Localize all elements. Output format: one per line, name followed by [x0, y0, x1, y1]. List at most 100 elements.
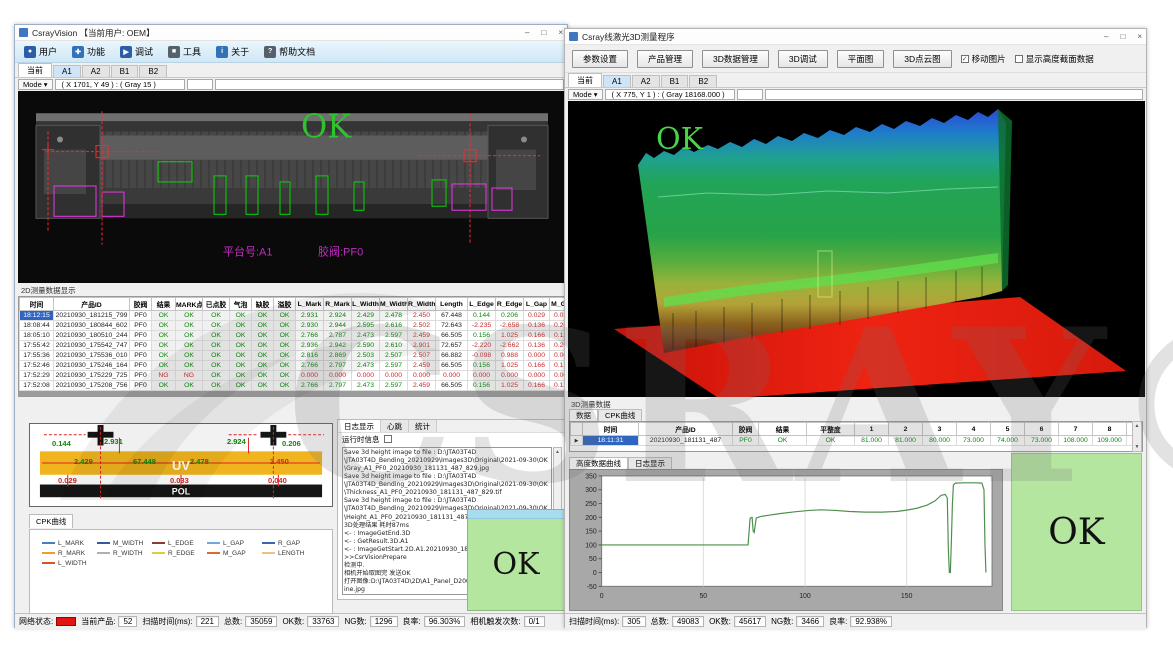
menu-用户[interactable]: ●用户: [24, 45, 57, 58]
table-row[interactable]: 18:08:4420210930_180844_602PF0OKOKOKOKOK…: [20, 321, 567, 331]
table-row[interactable]: 17:52:2920210930_175229_725PF0NGNGOKOKOK…: [20, 371, 567, 381]
runtime-info-checkbox[interactable]: [384, 435, 392, 443]
data-tab-数据[interactable]: 数据: [569, 409, 598, 421]
svg-text:0: 0: [593, 570, 597, 577]
maximize-button[interactable]: □: [541, 28, 546, 37]
table-row[interactable]: ▶18:11:3120210930_181131_487PF0OKOK81.00…: [571, 436, 1144, 446]
menu-功能[interactable]: ✚功能: [72, 45, 105, 58]
tab-当前[interactable]: 当前: [18, 63, 52, 77]
height-profile-chart[interactable]: 050100150-50050100150200250300350: [569, 469, 1003, 611]
column-header[interactable]: 2: [889, 423, 923, 436]
close-button[interactable]: ×: [1137, 32, 1142, 41]
tab-B1[interactable]: B1: [111, 65, 139, 77]
tab-cpk-curve[interactable]: CPK曲线: [29, 514, 73, 528]
table-row[interactable]: 17:55:3620210930_175536_010PF0OKOKOKOKOK…: [20, 351, 567, 361]
dim-h-right: 2.924: [227, 437, 246, 446]
left-status-bar: 网络状态:当前产品:52扫描时间(ms):221总数:35059OK数:3376…: [15, 613, 567, 629]
column-header[interactable]: 8: [1093, 423, 1127, 436]
checkbox-移动图片[interactable]: ✓移动图片: [961, 53, 1006, 65]
toolbar-button-平面图[interactable]: 平面图: [837, 50, 885, 68]
column-header[interactable]: 5: [991, 423, 1025, 436]
column-header[interactable]: 气泡: [230, 298, 252, 311]
menu-工具[interactable]: ■工具: [168, 45, 201, 58]
column-header[interactable]: 时间: [583, 423, 639, 436]
column-header[interactable]: 胶阀: [733, 423, 759, 436]
log-tab-统计[interactable]: 统计: [409, 420, 437, 432]
column-header[interactable]: 结果: [152, 298, 176, 311]
toolbar-button-3D点云图[interactable]: 3D点云图: [893, 50, 951, 68]
toolbar-button-参数设置[interactable]: 参数设置: [572, 50, 628, 68]
column-header[interactable]: 7: [1059, 423, 1093, 436]
mode-dropdown[interactable]: Mode▾: [18, 79, 53, 90]
column-header[interactable]: 溢胶: [274, 298, 296, 311]
minimize-button[interactable]: –: [1104, 32, 1108, 41]
column-header[interactable]: M_Width: [380, 298, 408, 311]
tab-A1[interactable]: A1: [53, 65, 81, 77]
column-header[interactable]: L_Gap: [524, 298, 550, 311]
cell: -2.662: [496, 341, 524, 351]
column-header[interactable]: 3: [923, 423, 957, 436]
column-header[interactable]: L_Width: [352, 298, 380, 311]
table-row[interactable]: 18:05:1020210930_180510_244PF0OKOKOKOKOK…: [20, 331, 567, 341]
column-header[interactable]: 已点胶: [203, 298, 230, 311]
maximize-button[interactable]: □: [1120, 32, 1125, 41]
table-row[interactable]: 17:52:0820210930_175208_756PF0OKOKOKOKOK…: [20, 381, 567, 391]
column-header[interactable]: R_Edge: [496, 298, 524, 311]
column-header[interactable]: 结果: [759, 423, 807, 436]
tab3d-B1[interactable]: B1: [661, 75, 689, 87]
column-header[interactable]: L_Mark: [296, 298, 324, 311]
column-header[interactable]: 1: [855, 423, 889, 436]
tab3d-A2[interactable]: A2: [632, 75, 660, 87]
column-header[interactable]: 平整度: [807, 423, 855, 436]
column-header[interactable]: 产品ID: [639, 423, 733, 436]
height-map-3d-view[interactable]: OK: [568, 101, 1145, 397]
column-header[interactable]: Length: [436, 298, 468, 311]
column-header[interactable]: 时间: [20, 298, 54, 311]
mode-dropdown-3d[interactable]: Mode▾: [568, 89, 603, 100]
toolbar-button-3D数据管理[interactable]: 3D数据管理: [702, 50, 769, 68]
minimize-button[interactable]: –: [525, 28, 529, 37]
cell: 17:52:46: [20, 361, 54, 371]
menu-关于[interactable]: i关于: [216, 45, 249, 58]
measurement-table-2d[interactable]: 时间产品ID胶阀结果MARK点已点胶气泡缺胶溢胶L_MarkR_MarkL_Wi…: [18, 296, 566, 397]
column-header[interactable]: 6: [1025, 423, 1059, 436]
checkbox-box[interactable]: ✓: [961, 55, 969, 63]
svg-text:150: 150: [901, 593, 913, 600]
column-header[interactable]: L_Edge: [468, 298, 496, 311]
column-header[interactable]: 胶阀: [130, 298, 152, 311]
close-button[interactable]: ×: [558, 28, 563, 37]
table-3d-scrollbar[interactable]: ▲▼: [1132, 421, 1142, 452]
chart-tab-日志显示[interactable]: 日志显示: [628, 457, 672, 469]
table-row[interactable]: 17:52:4620210930_175246_164PF0OKOKOKOKOK…: [20, 361, 567, 371]
tab3d-A1[interactable]: A1: [603, 75, 631, 87]
cell: 17:52:08: [20, 381, 54, 391]
tab-A2[interactable]: A2: [82, 65, 110, 77]
table-row[interactable]: 18:12:1520210930_181215_799PF0OKOKOKOKOK…: [20, 311, 567, 321]
xray-image-view[interactable]: OK 平台号:A1 胶阀:PF0: [18, 91, 566, 283]
scroll-up-icon[interactable]: ▲: [555, 449, 560, 455]
scroll-down-icon[interactable]: ▼: [1135, 444, 1140, 450]
column-header[interactable]: 缺胶: [252, 298, 274, 311]
measurement-table-3d[interactable]: 时间产品ID胶阀结果平整度123456789▶18:11:3120210930_…: [569, 421, 1143, 452]
toolbar-button-3D调试[interactable]: 3D调试: [778, 50, 828, 68]
column-header[interactable]: 4: [957, 423, 991, 436]
column-header[interactable]: R_Width: [408, 298, 436, 311]
data-tab-CPK曲线[interactable]: CPK曲线: [598, 409, 642, 421]
tab-B2[interactable]: B2: [139, 65, 167, 77]
cell: 0.144: [468, 311, 496, 321]
tab3d-当前[interactable]: 当前: [568, 73, 602, 87]
toolbar-button-产品管理[interactable]: 产品管理: [637, 50, 693, 68]
scroll-up-icon[interactable]: ▲: [1135, 423, 1140, 429]
checkbox-显示高度截面数据[interactable]: 显示高度截面数据: [1015, 53, 1094, 65]
log-tab-心跳[interactable]: 心跳: [381, 420, 409, 432]
column-header[interactable]: 产品ID: [54, 298, 130, 311]
checkbox-box[interactable]: [1015, 55, 1023, 63]
chart-tab-高度数据曲线[interactable]: 高度数据曲线: [569, 457, 628, 469]
tab3d-B2[interactable]: B2: [689, 75, 717, 87]
menu-调试[interactable]: ▶调试: [120, 45, 153, 58]
table-row[interactable]: 17:55:4220210930_175542_747PF0OKOKOKOKOK…: [20, 341, 567, 351]
log-tab-日志显示[interactable]: 日志显示: [338, 420, 381, 432]
column-header[interactable]: MARK点: [176, 298, 203, 311]
column-header[interactable]: R_Mark: [324, 298, 352, 311]
menu-帮助文档[interactable]: ?帮助文档: [264, 45, 315, 58]
